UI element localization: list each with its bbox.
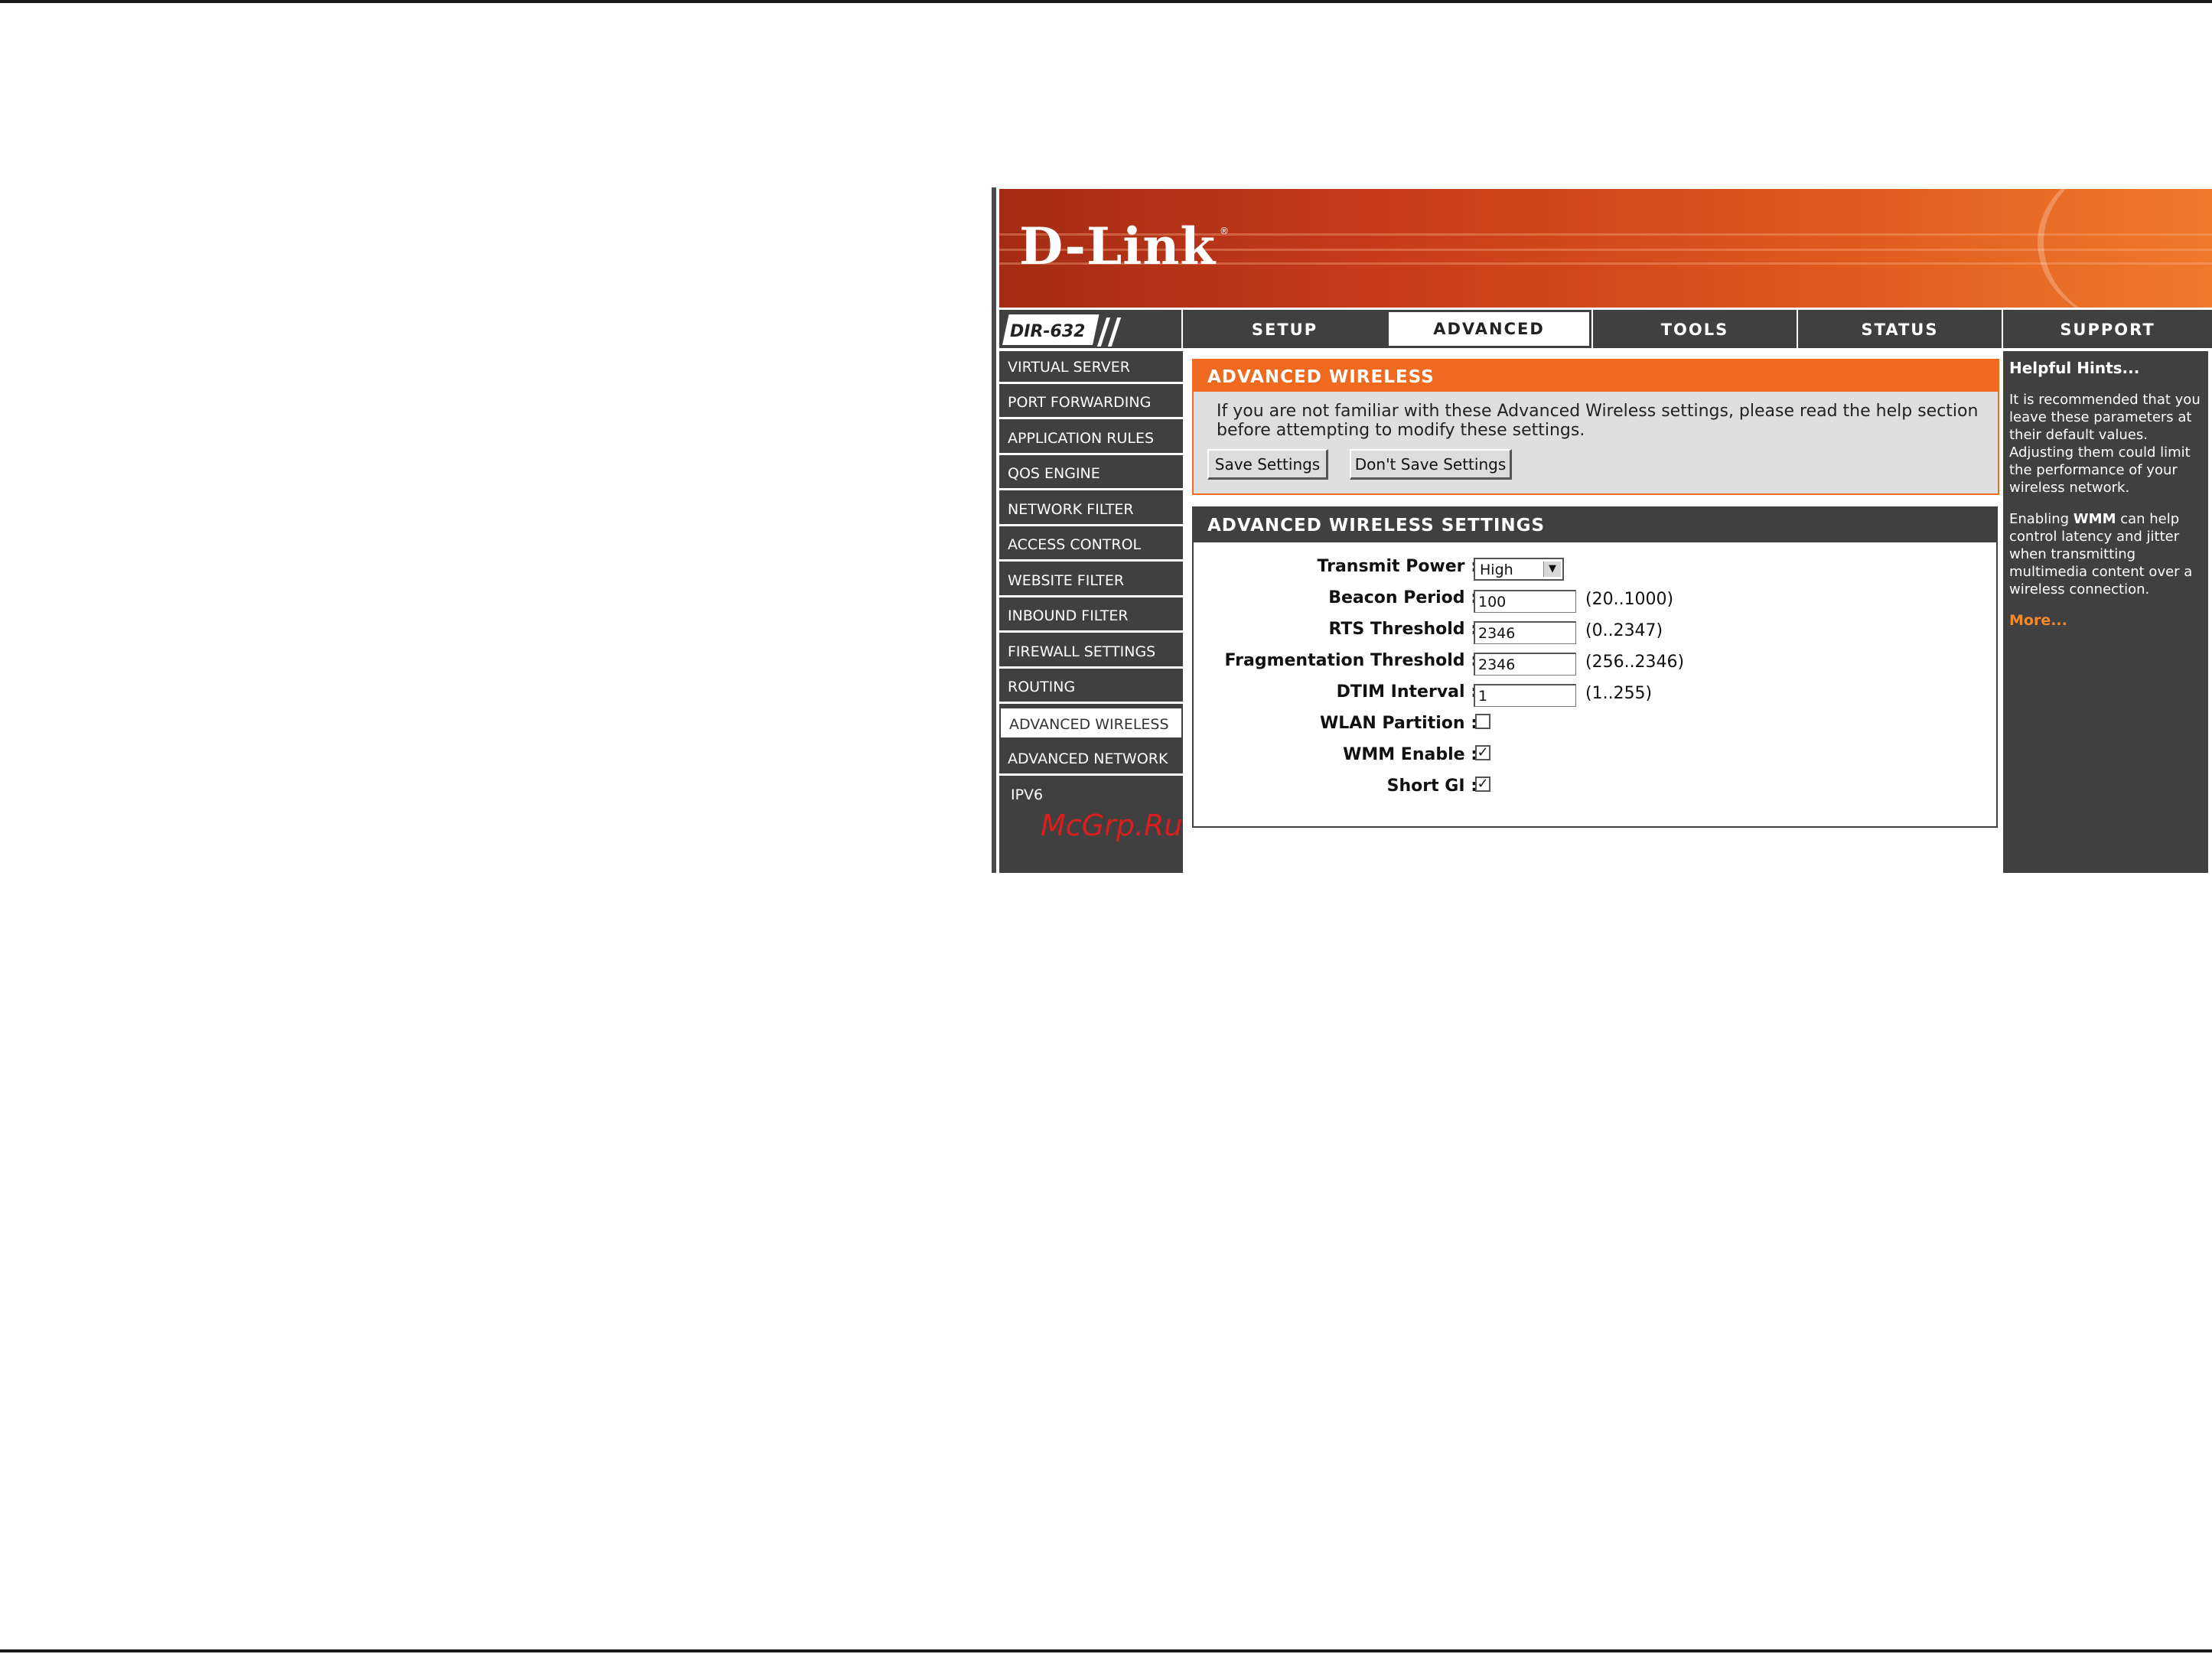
- intro-text: If you are not familiar with these Advan…: [1217, 402, 1979, 440]
- watermark-text: McGrp.Ru: [1041, 809, 1183, 842]
- transmit-power-select[interactable]: High ▼: [1474, 558, 1564, 581]
- wlan-partition-label: WLAN Partition :: [1320, 714, 1477, 733]
- advanced-wireless-intro-box: ADVANCED WIRELESS If you are not familia…: [1192, 359, 1999, 495]
- frame-left-border: [992, 187, 996, 873]
- rts-threshold-label: RTS Threshold :: [1328, 620, 1477, 639]
- transmit-power-label: Transmit Power :: [1317, 557, 1477, 576]
- sidebar-item-firewall-settings[interactable]: FIREWALL SETTINGS: [999, 636, 1183, 669]
- more-link[interactable]: More...: [2009, 612, 2202, 629]
- wmm-enable-checkbox[interactable]: ✓: [1475, 745, 1490, 760]
- hints-p2-before: Enabling: [2009, 511, 2074, 527]
- beacon-period-range: (20..1000): [1585, 590, 1674, 609]
- tab-status[interactable]: STATUS: [1797, 310, 2002, 348]
- sidebar-item-virtual-server[interactable]: VIRTUAL SERVER: [999, 351, 1183, 384]
- fragmentation-threshold-range: (256..2346): [1585, 653, 1685, 672]
- short-gi-checkbox[interactable]: ✓: [1475, 777, 1490, 792]
- sidebar-item-advanced-network[interactable]: ADVANCED NETWORK: [999, 743, 1183, 776]
- header-banner: D-Link ®: [999, 189, 2212, 308]
- main-content: ADVANCED WIRELESS If you are not familia…: [1183, 351, 1999, 873]
- wmm-enable-label: WMM Enable :: [1343, 745, 1477, 764]
- page-bottom-rule: [0, 1649, 2212, 1652]
- save-settings-button[interactable]: Save Settings: [1207, 449, 1328, 480]
- helpful-hints-panel: Helpful Hints... It is recommended that …: [2003, 351, 2208, 873]
- sidebar-item-routing[interactable]: ROUTING: [999, 671, 1183, 704]
- registered-mark: ®: [1220, 226, 1229, 236]
- sidebar-item-ipv6[interactable]: IPV6: [999, 779, 1183, 812]
- dtim-interval-input[interactable]: 1: [1474, 684, 1576, 707]
- section-title: ADVANCED WIRELESS: [1194, 360, 1998, 392]
- hints-paragraph-1: It is recommended that you leave these p…: [2009, 392, 2201, 496]
- sidebar-item-port-forwarding[interactable]: PORT FORWARDING: [999, 386, 1183, 419]
- model-label: DIR-632: [1010, 322, 1086, 341]
- nav-slash: [1107, 317, 1122, 347]
- hints-paragraph-2: Enabling WMM can help control latency an…: [2009, 510, 2202, 598]
- chevron-down-icon: ▼: [1543, 562, 1561, 577]
- sidebar: VIRTUAL SERVER PORT FORWARDING APPLICATI…: [999, 351, 1183, 873]
- rts-threshold-input[interactable]: 2346: [1474, 621, 1576, 644]
- hints-title: Helpful Hints...: [2009, 359, 2140, 377]
- sidebar-item-advanced-wireless[interactable]: ADVANCED WIRELESS: [999, 707, 1183, 740]
- dtim-interval-range: (1..255): [1585, 684, 1653, 703]
- wlan-partition-checkbox[interactable]: [1475, 714, 1490, 729]
- tab-advanced[interactable]: ADVANCED: [1386, 310, 1591, 348]
- short-gi-label: Short GI :: [1386, 777, 1477, 796]
- tab-tools[interactable]: TOOLS: [1591, 310, 1797, 348]
- sidebar-item-qos-engine[interactable]: QOS ENGINE: [999, 457, 1183, 490]
- sidebar-item-inbound-filter[interactable]: INBOUND FILTER: [999, 600, 1183, 633]
- top-nav: DIR-632 SETUP ADVANCED TOOLS STATUS SUPP…: [999, 310, 2212, 348]
- beacon-period-input[interactable]: 100: [1474, 590, 1576, 613]
- rts-threshold-range: (0..2347): [1585, 621, 1663, 640]
- dlink-logo: D-Link: [1019, 217, 1217, 276]
- fragmentation-threshold-label: Fragmentation Threshold :: [1224, 651, 1477, 670]
- sidebar-item-application-rules[interactable]: APPLICATION RULES: [999, 422, 1183, 455]
- dont-save-settings-button[interactable]: Don't Save Settings: [1350, 449, 1512, 480]
- router-admin-screenshot: D-Link ® DIR-632 SETUP ADVANCED TOOLS ST…: [992, 187, 2212, 873]
- page-top-rule: [0, 0, 2212, 3]
- beacon-period-label: Beacon Period :: [1328, 588, 1477, 607]
- fragmentation-threshold-input[interactable]: 2346: [1474, 653, 1576, 676]
- hints-p2-bold: WMM: [2073, 511, 2116, 527]
- tab-support[interactable]: SUPPORT: [2002, 310, 2212, 348]
- tab-setup[interactable]: SETUP: [1181, 310, 1386, 348]
- sidebar-item-network-filter[interactable]: NETWORK FILTER: [999, 493, 1183, 526]
- banner-swoosh: [2038, 189, 2212, 308]
- section-title: ADVANCED WIRELESS SETTINGS: [1194, 508, 1996, 542]
- sidebar-item-website-filter[interactable]: WEBSITE FILTER: [999, 565, 1183, 597]
- sidebar-item-access-control[interactable]: ACCESS CONTROL: [999, 529, 1183, 562]
- dtim-interval-label: DTIM Interval :: [1336, 682, 1477, 702]
- transmit-power-value: High: [1480, 562, 1513, 578]
